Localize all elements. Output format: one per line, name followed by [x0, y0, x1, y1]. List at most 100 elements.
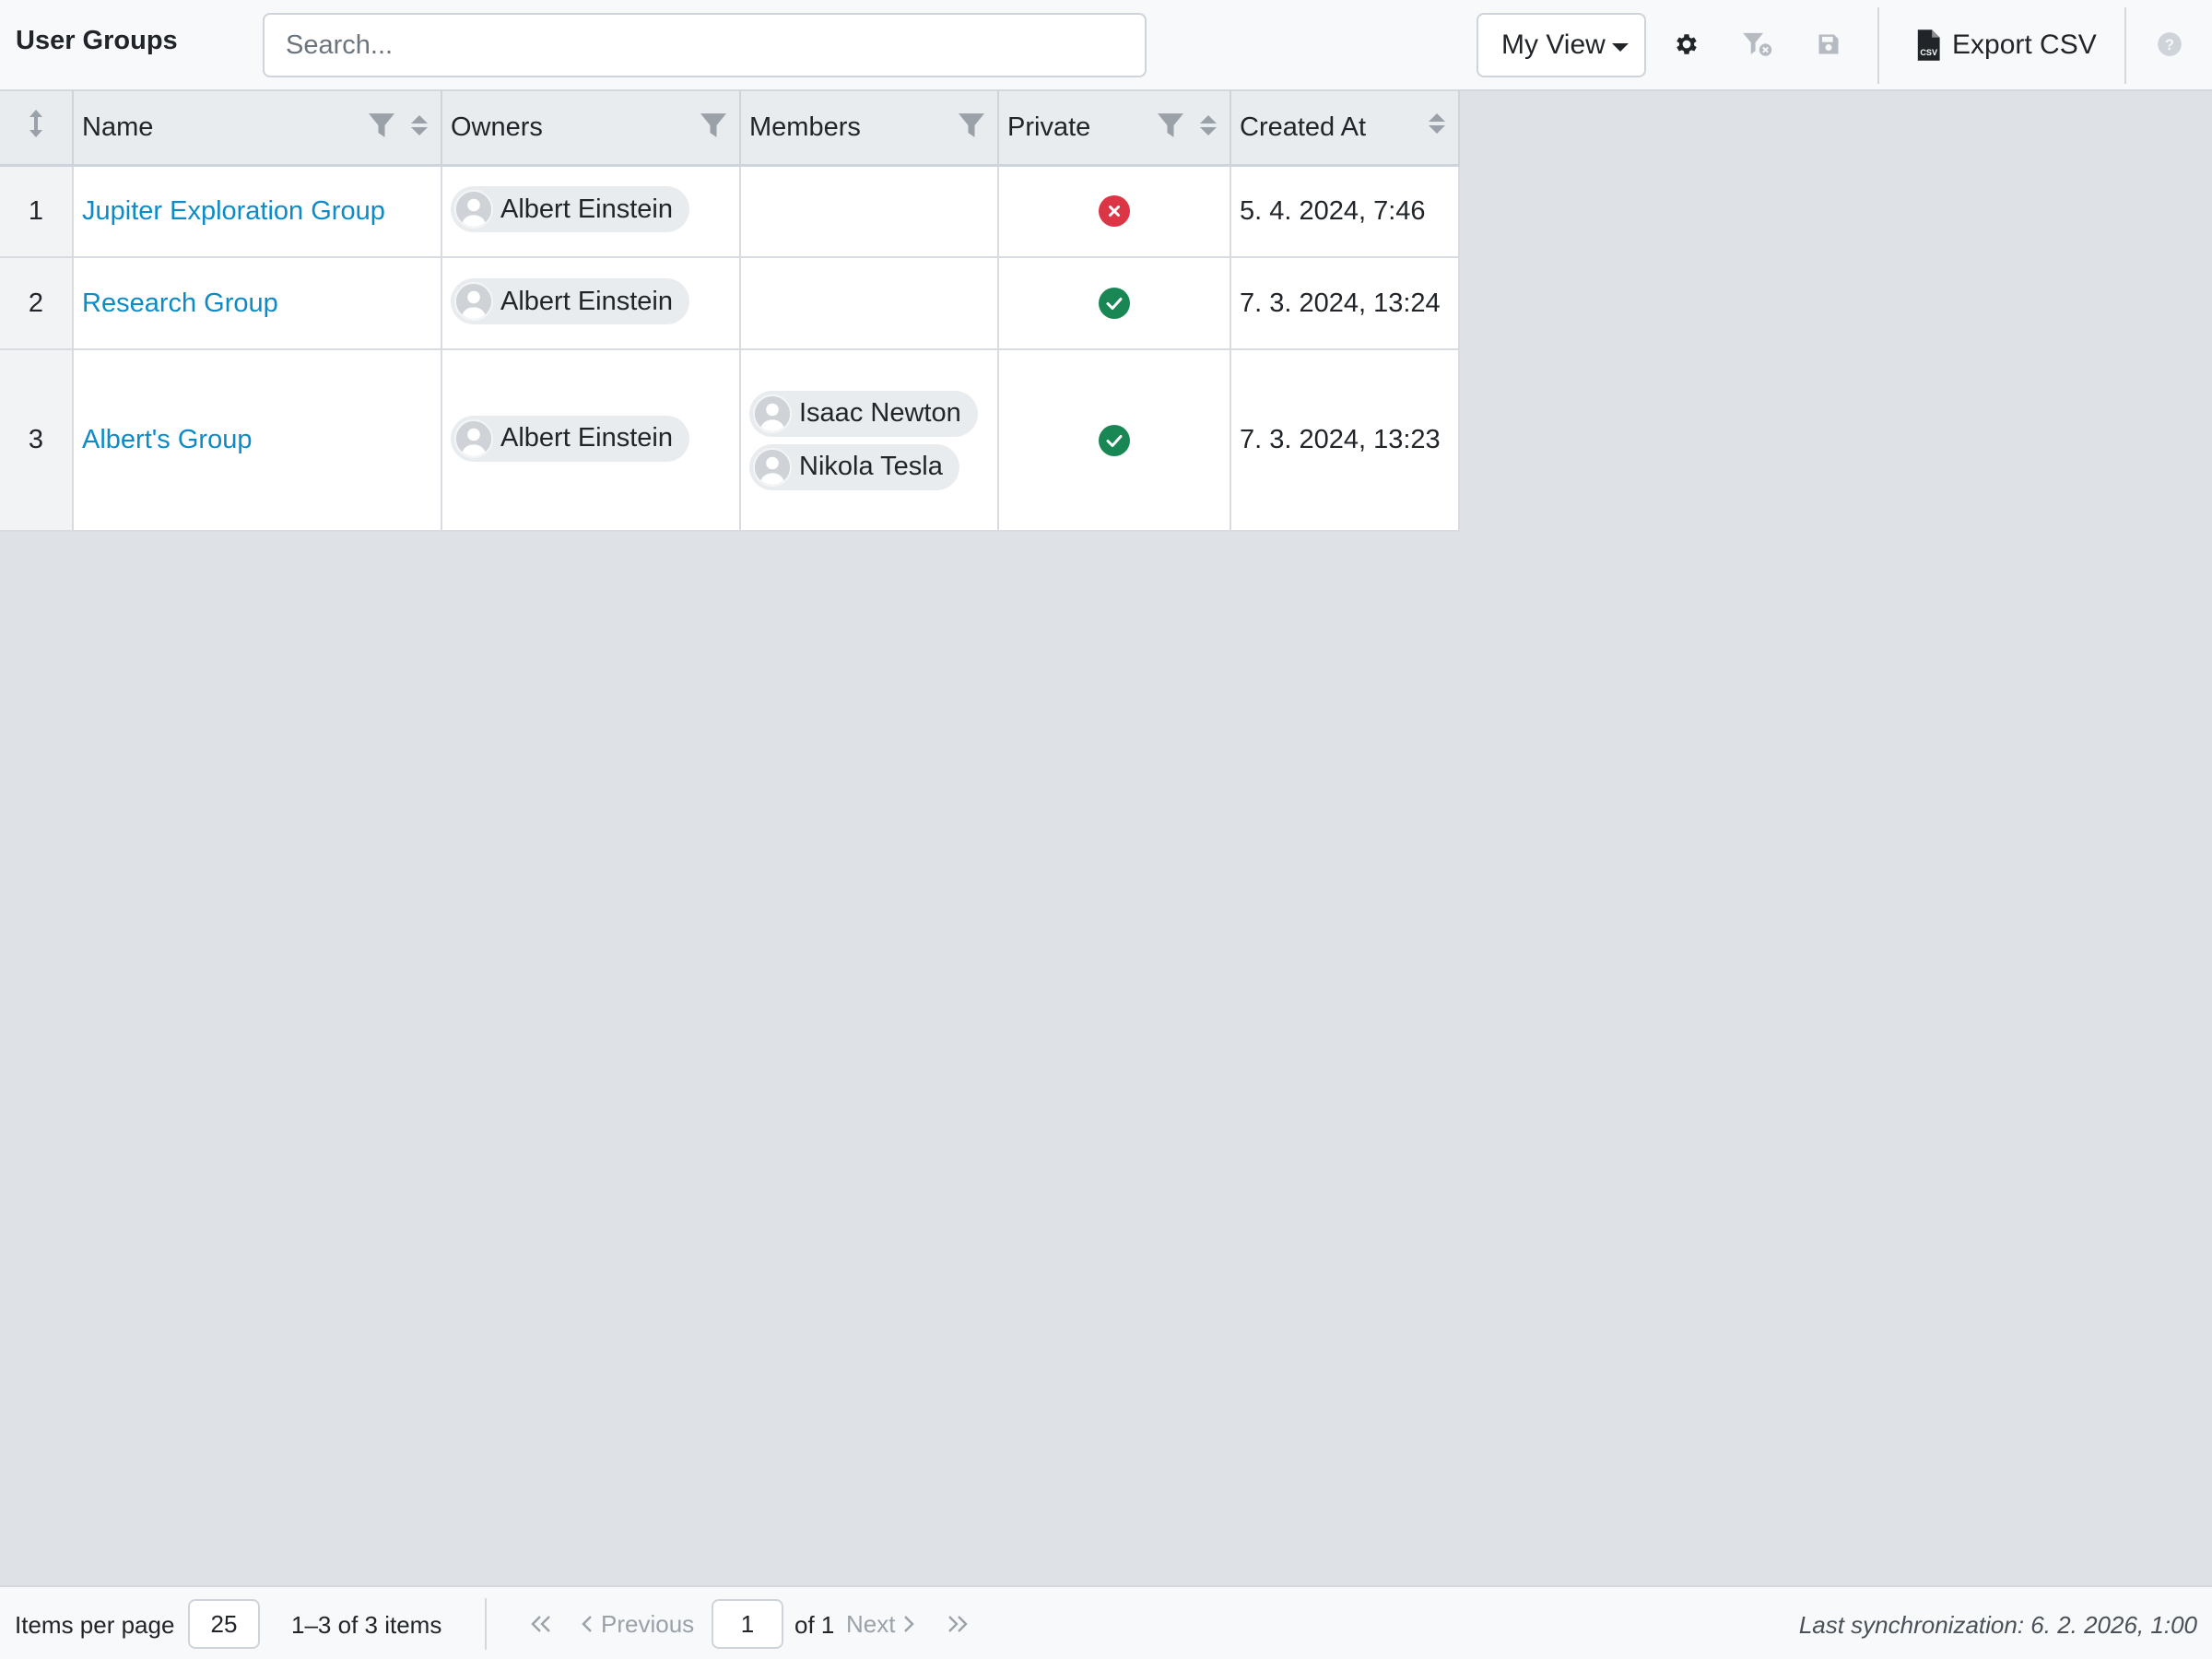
- export-csv-label: Export CSV: [1952, 29, 2097, 60]
- sort-icon[interactable]: [1429, 113, 1445, 134]
- avatar-icon: [454, 190, 493, 229]
- sort-icon[interactable]: [411, 115, 428, 135]
- private-cell: [998, 349, 1231, 532]
- column-header-created-at[interactable]: Created At: [1230, 91, 1460, 167]
- help-button[interactable]: ?: [2151, 26, 2188, 63]
- avatar-icon: [753, 394, 792, 433]
- chevron-right-icon: [904, 1616, 915, 1632]
- row-number: 3: [0, 349, 74, 532]
- chevron-down-icon: [1612, 43, 1629, 52]
- group-name-cell: Research Group: [73, 257, 442, 350]
- table-row[interactable]: 2 Research Group Albert Einstein 7. 3. 2…: [0, 257, 1460, 350]
- column-header-rownum[interactable]: [0, 91, 74, 167]
- group-name-link[interactable]: Albert's Group: [82, 425, 252, 454]
- user-groups-table: Name Owners Members Private Created At 1…: [0, 91, 1460, 532]
- column-header-label: Name: [82, 112, 154, 142]
- pagination-footer: Items per page 25 1–3 of 3 items Previou…: [0, 1585, 2212, 1659]
- file-csv-icon: CSV: [1917, 29, 1940, 61]
- x-circle-icon: [1099, 195, 1130, 228]
- filter-icon[interactable]: [959, 113, 984, 137]
- group-name-link[interactable]: Research Group: [82, 288, 278, 318]
- user-chip[interactable]: Isaac Newton: [749, 390, 978, 437]
- owners-cell: Albert Einstein: [441, 349, 741, 532]
- view-select-label: My View: [1501, 29, 1606, 60]
- toolbar: User Groups My View CSV Export CSV: [0, 0, 2212, 91]
- filter-icon[interactable]: [700, 113, 726, 137]
- svg-text:?: ?: [2165, 37, 2174, 53]
- created-at-cell: 7. 3. 2024, 13:24: [1230, 257, 1460, 350]
- page-title: User Groups: [16, 26, 178, 55]
- filter-clear-icon: [1743, 32, 1772, 56]
- user-chip-label: Albert Einstein: [500, 423, 673, 453]
- last-sync-text: Last synchronization: 6. 2. 2026, 1:00: [1798, 1611, 2197, 1639]
- user-chip-label: Albert Einstein: [500, 194, 673, 224]
- item-range-text: 1–3 of 3 items: [291, 1611, 442, 1639]
- previous-label: Previous: [601, 1609, 695, 1638]
- filter-icon[interactable]: [1158, 113, 1183, 137]
- group-name-link[interactable]: Jupiter Exploration Group: [82, 196, 385, 226]
- first-page-button[interactable]: [529, 1604, 553, 1644]
- user-chip-label: Isaac Newton: [799, 398, 961, 428]
- user-chip[interactable]: Albert Einstein: [451, 278, 689, 324]
- avatar-icon: [454, 282, 493, 321]
- members-cell: Isaac Newton Nikola Tesla: [740, 349, 999, 532]
- avatar-icon: [753, 447, 792, 487]
- table-row[interactable]: 1 Jupiter Exploration Group Albert Einst…: [0, 165, 1460, 258]
- sort-icon[interactable]: [1200, 115, 1217, 135]
- next-label: Next: [846, 1609, 896, 1638]
- column-header-owners[interactable]: Owners: [441, 91, 741, 167]
- owners-cell: Albert Einstein: [441, 257, 741, 350]
- settings-button[interactable]: [1668, 26, 1705, 63]
- page-number-input[interactable]: 1: [712, 1599, 783, 1649]
- svg-text:CSV: CSV: [1920, 48, 1937, 57]
- search-input[interactable]: [263, 13, 1147, 77]
- members-cell: [740, 257, 999, 350]
- chevron-left-icon: [582, 1616, 592, 1632]
- view-select[interactable]: My View: [1477, 13, 1646, 77]
- double-chevron-left-icon: [531, 1616, 550, 1632]
- clear-filters-button[interactable]: [1739, 26, 1776, 63]
- check-circle-icon: [1099, 424, 1130, 456]
- private-cell: [998, 165, 1231, 258]
- gear-icon: [1677, 34, 1697, 54]
- column-header-label: Members: [749, 112, 861, 142]
- check-circle-icon: [1099, 288, 1130, 319]
- user-chip[interactable]: Albert Einstein: [451, 186, 689, 233]
- table-row[interactable]: 3 Albert's Group Albert Einstein Isaac N…: [0, 349, 1460, 532]
- previous-page-button[interactable]: Previous: [581, 1604, 694, 1644]
- table-header-row: Name Owners Members Private Created At: [0, 91, 1460, 167]
- filter-icon[interactable]: [369, 113, 394, 137]
- save-icon: [1818, 34, 1839, 54]
- double-chevron-right-icon: [948, 1616, 968, 1632]
- private-cell: [998, 257, 1231, 350]
- members-cell: [740, 165, 999, 258]
- user-chip-label: Albert Einstein: [500, 286, 673, 316]
- toolbar-divider: [2124, 7, 2126, 84]
- items-per-page-label: Items per page: [15, 1611, 175, 1639]
- row-number: 1: [0, 165, 74, 258]
- created-at-cell: 5. 4. 2024, 7:46: [1230, 165, 1460, 258]
- last-page-button[interactable]: [946, 1604, 970, 1644]
- toolbar-divider: [1877, 7, 1879, 84]
- created-at-cell: 7. 3. 2024, 13:23: [1230, 349, 1460, 532]
- row-resize-icon: [29, 110, 42, 138]
- column-header-label: Private: [1007, 112, 1091, 142]
- user-chip-label: Nikola Tesla: [799, 452, 943, 481]
- row-number: 2: [0, 257, 74, 350]
- user-chip[interactable]: Albert Einstein: [451, 415, 689, 462]
- column-header-private[interactable]: Private: [998, 91, 1231, 167]
- avatar-icon: [454, 418, 493, 458]
- column-header-label: Owners: [451, 112, 543, 142]
- user-chip[interactable]: Nikola Tesla: [749, 443, 959, 490]
- column-header-name[interactable]: Name: [73, 91, 442, 167]
- next-page-button[interactable]: Next: [846, 1604, 915, 1644]
- page-count-text: of 1: [794, 1611, 835, 1639]
- column-header-members[interactable]: Members: [740, 91, 999, 167]
- group-name-cell: Jupiter Exploration Group: [73, 165, 442, 258]
- group-name-cell: Albert's Group: [73, 349, 442, 532]
- items-per-page-select[interactable]: 25: [188, 1599, 260, 1649]
- footer-divider: [485, 1598, 487, 1650]
- save-view-button[interactable]: [1810, 26, 1847, 63]
- export-csv-button[interactable]: CSV Export CSV: [1908, 13, 2111, 77]
- owners-cell: Albert Einstein: [441, 165, 741, 258]
